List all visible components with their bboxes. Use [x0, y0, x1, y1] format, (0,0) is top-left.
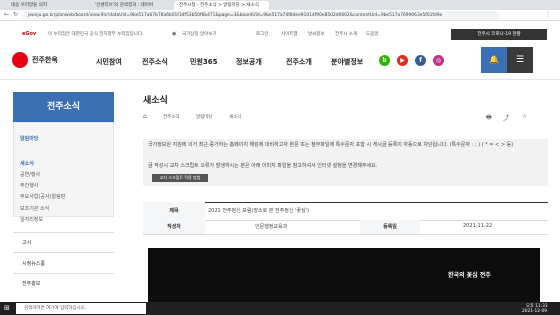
sidebar-group-notice[interactable]: 고시	[22, 239, 31, 246]
covid-status-button[interactable]: 전주시 코로나-19 현황	[451, 29, 547, 40]
instagram-icon[interactable]: ◎	[433, 55, 444, 66]
windows-start-icon[interactable]: ⊞	[4, 304, 10, 312]
taskbar-search[interactable]: 검색하려면 여기에 입력하십시오.	[16, 303, 146, 314]
egov-logo: eGov	[22, 31, 37, 37]
label-author: 작성자	[167, 224, 181, 230]
breadcrumb-current[interactable]: 새소식	[229, 114, 241, 120]
sidebar-item-projects[interactable]: 주요사업(공사)알림판	[20, 193, 65, 200]
home-icon[interactable]: ⌂	[143, 113, 147, 120]
youtube-icon[interactable]: ▶	[397, 55, 408, 66]
url-input[interactable]: jeonju.go.kr/planweb/board/view.9is?data…	[22, 11, 500, 20]
header	[0, 40, 560, 80]
browser-tab-active[interactable]: 전주시청 - 전주소식 > 알림마당 > 새소식	[174, 1, 269, 10]
korea-flag-icon: ◉	[172, 31, 177, 37]
sidebar-group-pr[interactable]: 전주홍보	[22, 280, 40, 287]
post-author: 인문행정교육과	[255, 224, 288, 230]
notification-icon[interactable]: 🔔	[481, 47, 507, 73]
page-title: 새소식	[143, 96, 168, 106]
breadcrumb-news[interactable]: 전주소식	[163, 114, 180, 120]
nav-info[interactable]: 정보공개	[236, 57, 262, 67]
gov-banner: 이 누리집은 대한민국 공식 전자정부 누리집입니다.	[48, 32, 144, 37]
util-intro[interactable]: 전주시 소개	[335, 31, 357, 37]
clock-date[interactable]: 2021-12-09	[522, 309, 547, 314]
sidebar-item-events[interactable]: 공연/행사	[20, 171, 40, 178]
divider	[13, 273, 114, 274]
util-help[interactable]: 도움말	[366, 31, 378, 37]
nav-news[interactable]: 전주소식	[142, 57, 168, 67]
all-menu-icon[interactable]: ☰	[507, 47, 533, 73]
notice-text: 국가정보원 지침에 의거 최근 증가하는 홈페이지 해킹에 대비하고자 본문 또…	[148, 142, 514, 148]
back-icon[interactable]: ←	[4, 11, 9, 18]
browser-tab[interactable]: 네음 우리말을 의지	[6, 1, 90, 10]
divider	[143, 234, 548, 235]
label-title: 제목	[169, 208, 179, 214]
breadcrumb-notice[interactable]: 알림마당	[196, 114, 213, 120]
blog-icon[interactable]: b	[379, 55, 390, 66]
util-weather[interactable]: 날씨정보	[308, 31, 325, 37]
sidebar-item-news[interactable]: 새소식	[20, 160, 34, 167]
sidebar-group-newsroom[interactable]: 시정뉴스룸	[22, 260, 45, 267]
gov-verify-link[interactable]: 국가상징 알아보기	[182, 31, 217, 37]
xss-guide-button[interactable]: 교차 스크립트 적용 방법	[152, 174, 208, 182]
banner-text: 한국의 꽃심 전주	[448, 272, 491, 279]
nav-fields[interactable]: 분야별정보	[331, 57, 363, 67]
jeonju-logo-icon[interactable]	[12, 52, 28, 68]
reload-icon[interactable]: ↻	[13, 11, 18, 18]
sidebar-item-jobs[interactable]: 일자리정보	[20, 216, 43, 223]
site-logo-text[interactable]: 전주한옥	[32, 55, 58, 65]
util-sitemap[interactable]: 사이트맵	[281, 31, 298, 37]
print-icon[interactable]: 🖶	[486, 113, 492, 123]
nav-about[interactable]: 전주소개	[286, 57, 312, 67]
menu-icon[interactable]: ⋮	[545, 11, 551, 18]
sidebar-title: 전주소식	[13, 92, 114, 122]
share-icon[interactable]: ⤴	[503, 113, 509, 122]
label-date: 등록일	[383, 224, 397, 230]
sidebar-item-agency[interactable]: 보조기관 소식	[20, 205, 49, 212]
sidebar-section[interactable]: 알림마당	[20, 135, 38, 142]
divider	[13, 252, 114, 253]
sidebar-item-weekly[interactable]: 주간행사	[20, 182, 38, 189]
post-title: 2021 전주정신 포럼(장소로 본 전주정신 '꽃심')	[208, 208, 309, 214]
browser-tab[interactable]: '인센티브'의 검색결과 : 네이버	[90, 1, 174, 10]
divider	[13, 232, 114, 233]
post-date: 2021-11-22	[463, 223, 493, 229]
util-login[interactable]: 로그인	[256, 31, 268, 37]
facebook-icon[interactable]: f	[415, 55, 426, 66]
notice-text-2: 글 작성시 교차 스크립트 오류가 발생하시는 분은 아래 이미지 파일을 참고…	[148, 163, 378, 169]
nav-civil[interactable]: 민원365	[190, 57, 218, 67]
bookmark-icon[interactable]: ☆	[522, 113, 527, 120]
nav-participation[interactable]: 시민참여	[96, 57, 122, 67]
